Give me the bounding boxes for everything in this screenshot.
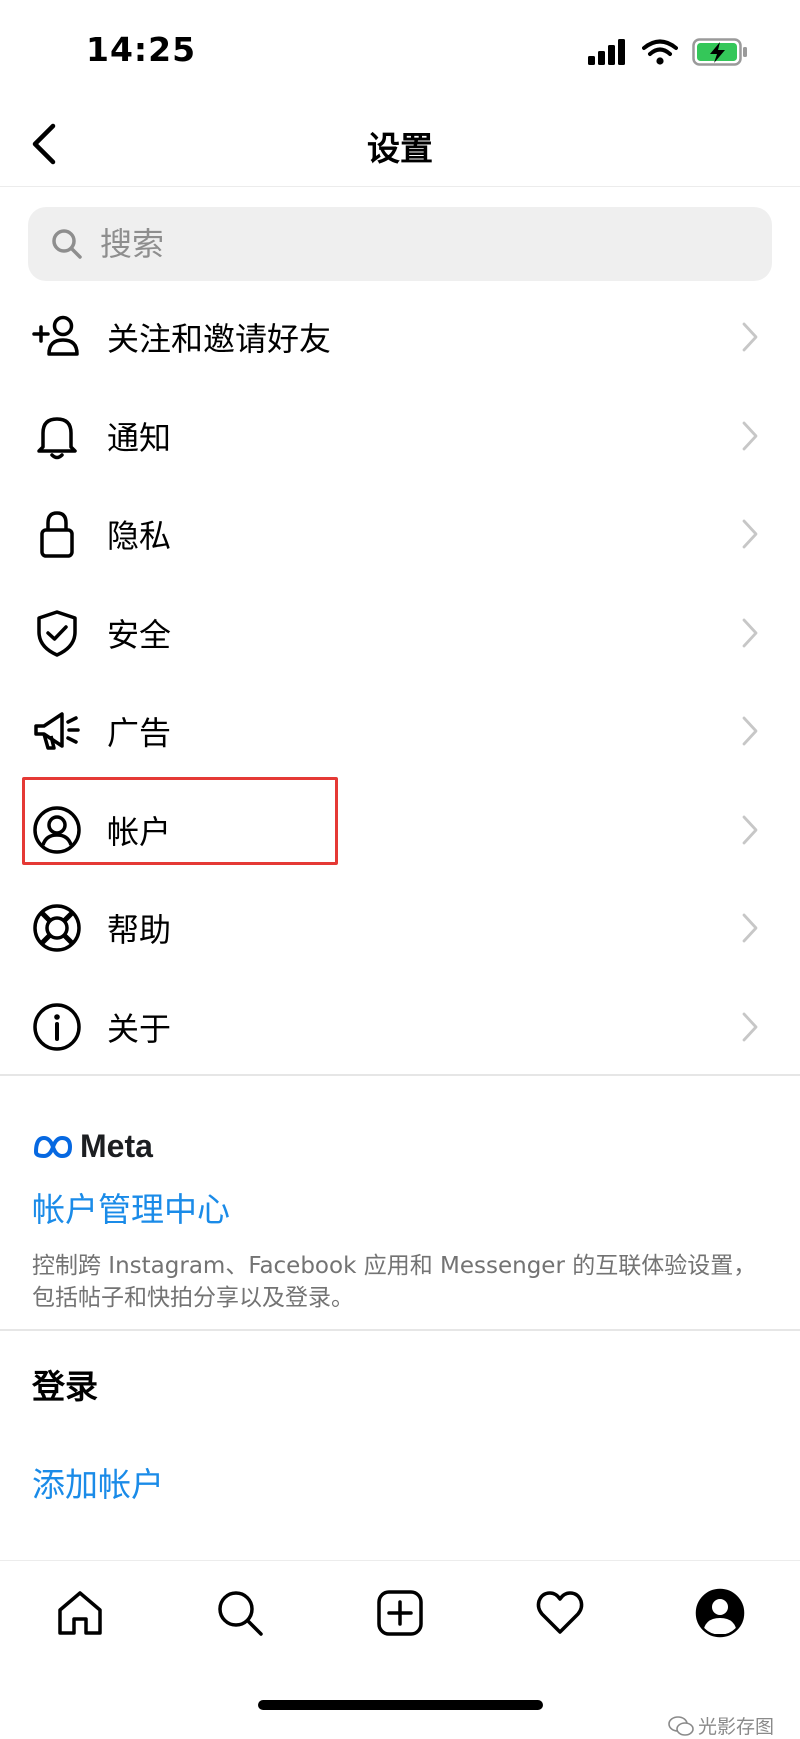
accounts-center-description: 控制跨 Instagram、Facebook 应用和 Messenger 的互联… xyxy=(32,1253,757,1311)
create-post-icon xyxy=(377,1590,423,1636)
menu-item-label: 关于 xyxy=(107,1009,172,1048)
tab-activity[interactable] xyxy=(530,1583,590,1643)
tab-search[interactable] xyxy=(210,1583,270,1643)
menu-item-security[interactable]: 安全 xyxy=(0,584,800,683)
menu-item-account[interactable]: 帐户 xyxy=(0,781,800,880)
menu-item-label: 帐户 xyxy=(107,812,172,851)
home-indicator xyxy=(258,1700,543,1710)
page-title: 设置 xyxy=(367,129,433,168)
profile-icon xyxy=(695,1588,745,1638)
tab-create[interactable] xyxy=(370,1583,430,1643)
chevron-right-icon xyxy=(738,1010,762,1044)
shield-check-icon xyxy=(32,608,82,658)
search-icon xyxy=(50,227,84,261)
menu-item-label: 隐私 xyxy=(107,517,172,556)
lifebuoy-icon xyxy=(32,903,82,953)
menu-item-label: 通知 xyxy=(107,418,172,457)
menu-item-help[interactable]: 帮助 xyxy=(0,879,800,978)
section-divider xyxy=(0,1329,800,1331)
heart-icon xyxy=(536,1591,584,1634)
wechat-icon xyxy=(668,1715,694,1736)
signal-icon xyxy=(588,39,625,65)
menu-item-label: 关注和邀请好友 xyxy=(107,320,332,359)
bell-icon xyxy=(32,411,82,461)
search-input[interactable] xyxy=(98,224,742,264)
menu-item-label: 安全 xyxy=(107,615,172,654)
menu-item-notifications[interactable]: 通知 xyxy=(0,387,800,486)
settings-menu: 关注和邀请好友 通知 隐私 安全 广告 帐户 帮助 关于 xyxy=(0,288,800,1076)
status-icons xyxy=(588,38,748,66)
login-section-title: 登录 xyxy=(32,1367,98,1406)
status-time: 14:25 xyxy=(86,30,197,69)
tab-home[interactable] xyxy=(50,1583,110,1643)
chevron-right-icon xyxy=(738,320,762,354)
menu-item-about[interactable]: 关于 xyxy=(0,978,800,1077)
menu-item-privacy[interactable]: 隐私 xyxy=(0,485,800,584)
search-box[interactable] xyxy=(28,207,772,281)
info-icon xyxy=(32,1002,82,1052)
battery-charging-icon xyxy=(692,38,747,66)
meta-logo-text: Meta xyxy=(80,1128,153,1164)
meta-logo: Meta xyxy=(32,1128,153,1165)
menu-item-follow-invite[interactable]: 关注和邀请好友 xyxy=(0,288,800,387)
accounts-center-link[interactable]: 帐户管理中心 xyxy=(32,1183,230,1231)
menu-item-label: 帮助 xyxy=(107,911,172,950)
menu-item-ads[interactable]: 广告 xyxy=(0,682,800,781)
bottom-tab-bar xyxy=(0,1560,800,1661)
status-bar: 14:25 xyxy=(0,0,800,100)
chevron-right-icon xyxy=(738,714,762,748)
tab-profile[interactable] xyxy=(690,1583,750,1643)
watermark-text: 光影存图 xyxy=(697,1716,774,1738)
meta-infinity-icon xyxy=(34,1135,72,1158)
home-icon xyxy=(58,1591,102,1635)
wifi-icon xyxy=(642,39,678,65)
add-person-icon xyxy=(32,312,82,362)
lock-icon xyxy=(32,509,82,559)
add-account-link[interactable]: 添加帐户 xyxy=(32,1458,164,1506)
account-circle-icon xyxy=(32,805,82,855)
chevron-right-icon xyxy=(738,813,762,847)
chevron-right-icon xyxy=(738,419,762,453)
menu-item-label: 广告 xyxy=(107,714,172,753)
search-icon xyxy=(218,1591,263,1636)
nav-bar: 设置 xyxy=(0,100,800,187)
chevron-right-icon xyxy=(738,911,762,945)
megaphone-icon xyxy=(32,706,82,756)
watermark: 光影存图 xyxy=(668,1712,774,1739)
chevron-right-icon xyxy=(738,616,762,650)
chevron-right-icon xyxy=(738,517,762,551)
section-divider xyxy=(0,1074,800,1076)
